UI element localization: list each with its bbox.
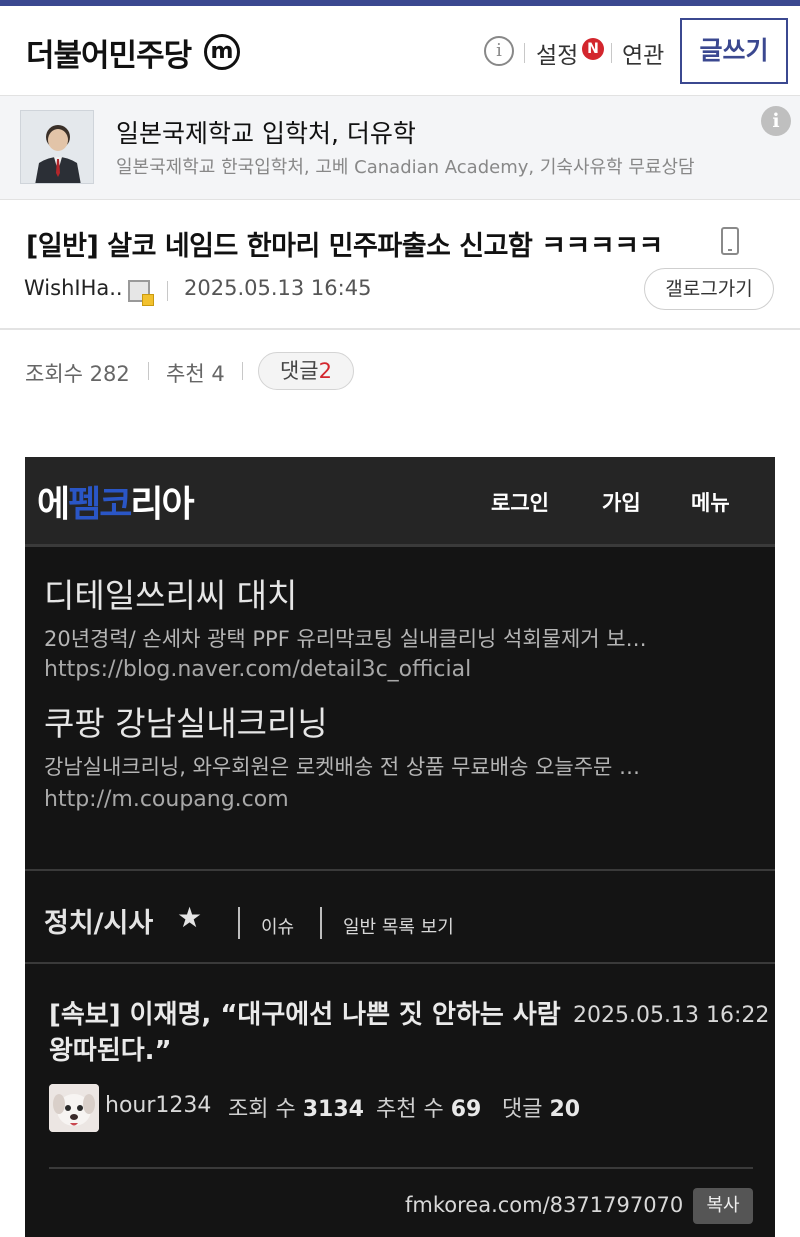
divider xyxy=(49,1167,753,1169)
embedded-screenshot: 에펨코리아 로그인 가입 메뉴 디테일쓰리씨 대치 20년경력/ 손세차 광택 … xyxy=(25,457,775,1237)
news-views-value: 3134 xyxy=(302,1097,364,1122)
mobile-icon xyxy=(721,227,739,255)
ad-result-title[interactable]: 쿠팡 강남실내크리닝 xyxy=(44,697,328,745)
recommend-count: 추천 4 xyxy=(166,362,225,386)
avatar[interactable] xyxy=(49,1084,99,1132)
info-icon[interactable]: i xyxy=(484,36,514,66)
news-comments-value: 20 xyxy=(549,1097,581,1122)
divider xyxy=(25,962,775,964)
logo-text: 리아 xyxy=(130,484,194,525)
news-recommend: 추천 수 69 xyxy=(376,1091,481,1123)
view-count: 조회수 282 xyxy=(25,362,130,386)
comments-label: 댓글 xyxy=(279,359,319,383)
news-headline: [속보] 이재명, “대구에선 나쁜 짓 안하는 사람 왕따된다.” xyxy=(49,1000,561,1066)
share-url: fmkorea.com/8371797070 xyxy=(405,1193,684,1217)
issue-link[interactable]: 이슈 xyxy=(261,913,294,939)
category-title[interactable]: 정치/시사 xyxy=(44,901,153,940)
divider xyxy=(238,907,240,939)
ad-description: 일본국제학교 한국입학처, 고베 Canadian Academy, 기숙사유학… xyxy=(116,157,695,178)
copy-button[interactable]: 복사 xyxy=(693,1188,753,1224)
login-link[interactable]: 로그인 xyxy=(491,487,549,517)
news-recommend-label: 추천 수 xyxy=(376,1097,444,1122)
ad-result-url[interactable]: http://m.coupang.com xyxy=(44,787,289,812)
list-view-link[interactable]: 일반 목록 보기 xyxy=(343,913,454,939)
post-author[interactable]: WishIHa.. xyxy=(24,276,123,300)
fmkorea-logo[interactable]: 에펨코리아 xyxy=(37,475,195,527)
gallog-button[interactable]: 갤로그가기 xyxy=(644,268,774,310)
join-link[interactable]: 가입 xyxy=(602,487,641,517)
divider xyxy=(167,281,168,301)
new-badge: N xyxy=(582,38,604,60)
settings-button[interactable]: 설정 xyxy=(536,36,578,70)
logo-text: 에 xyxy=(37,484,70,525)
ad-result-desc: 강남실내크리닝, 와우회원은 로켓배송 전 상품 무료배송 오늘주문 … xyxy=(44,755,641,779)
divider xyxy=(611,43,612,63)
news-comments: 댓글 20 xyxy=(502,1091,580,1123)
minor-gallery-badge-icon: m xyxy=(204,34,240,70)
fmkorea-header: 에펨코리아 로그인 가입 메뉴 xyxy=(25,457,775,547)
logo-text-accent: 코 xyxy=(99,484,132,525)
logo-text-accent: 펨 xyxy=(68,484,101,525)
write-button[interactable]: 글쓰기 xyxy=(680,18,788,84)
gallery-header: 더불어민주당 m i 설정 N 연관 글쓰기 xyxy=(0,6,800,96)
divider xyxy=(148,362,149,380)
news-comments-label: 댓글 xyxy=(502,1097,543,1122)
gallog-icon[interactable] xyxy=(128,280,154,306)
comments-button[interactable]: 댓글2 xyxy=(258,352,354,390)
post-title: [일반] 살코 네임드 한마리 민주파출소 신고함 ㅋㅋㅋㅋㅋ xyxy=(26,231,663,262)
divider xyxy=(524,43,525,63)
news-views: 조회 수 3134 xyxy=(228,1091,364,1123)
divider xyxy=(0,328,800,330)
divider xyxy=(320,907,322,939)
divider xyxy=(242,362,243,380)
star-icon[interactable]: ★ xyxy=(177,901,202,934)
person-photo-icon xyxy=(21,111,93,183)
related-button[interactable]: 연관 xyxy=(622,36,664,70)
ad-result-url[interactable]: https://blog.naver.com/detail3c_official xyxy=(44,657,471,682)
post-date: 2025.05.13 16:45 xyxy=(184,276,372,300)
news-views-label: 조회 수 xyxy=(228,1097,296,1122)
ad-result-title[interactable]: 디테일쓰리씨 대치 xyxy=(44,569,297,617)
news-recommend-value: 69 xyxy=(450,1097,482,1122)
menu-link[interactable]: 메뉴 xyxy=(691,487,730,517)
news-date: 2025.05.13 16:22 xyxy=(573,1003,770,1028)
ad-result-desc: 20년경력/ 손세차 광택 PPF 유리막코팅 실내클리닝 석회물제거 보… xyxy=(44,627,647,651)
ad-banner[interactable]: 일본국제학교 입학처, 더유학 일본국제학교 한국입학처, 고베 Canadia… xyxy=(0,96,800,200)
ad-info-icon[interactable]: i xyxy=(761,106,791,136)
comments-count: 2 xyxy=(318,359,332,383)
dog-avatar-icon xyxy=(49,1084,99,1132)
news-author[interactable]: hour1234 xyxy=(105,1093,211,1118)
ad-thumbnail xyxy=(20,110,94,184)
ad-title[interactable]: 일본국제학교 입학처, 더유학 xyxy=(116,114,416,150)
divider xyxy=(25,869,775,871)
gallery-title[interactable]: 더불어민주당 xyxy=(26,30,192,75)
